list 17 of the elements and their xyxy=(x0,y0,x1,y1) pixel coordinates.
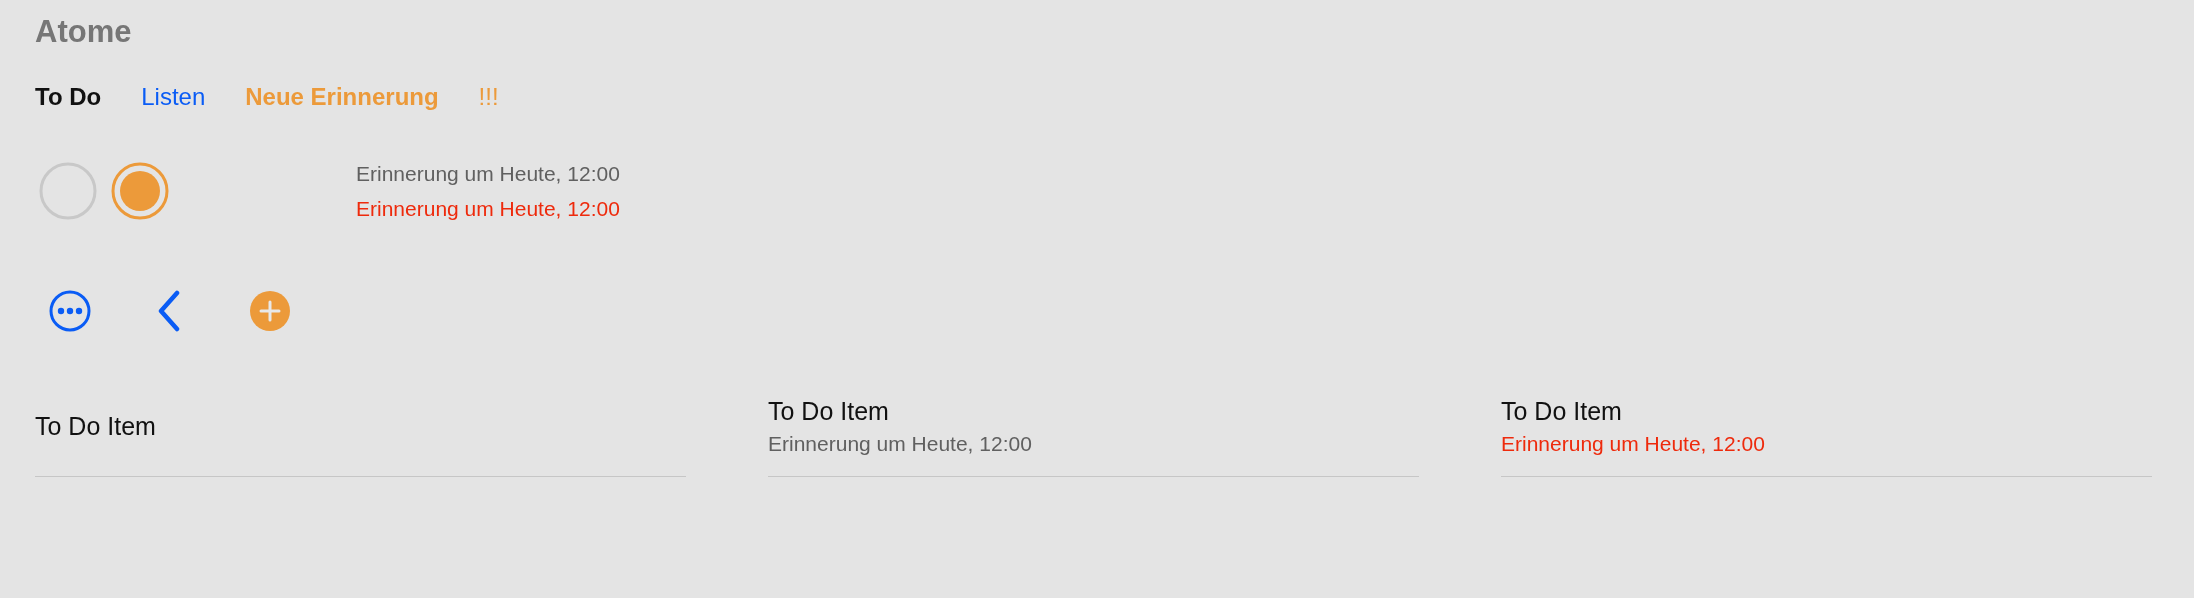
todo-title: To Do Item xyxy=(768,397,890,426)
page-title: Atome xyxy=(35,14,133,50)
nav-link[interactable]: !!! xyxy=(478,83,499,111)
section-heading: To Do xyxy=(35,83,102,111)
nav-link[interactable]: Listen xyxy=(141,83,206,111)
back-icon[interactable] xyxy=(157,290,181,332)
round-checkbox[interactable] xyxy=(110,161,170,221)
add-icon[interactable] xyxy=(249,290,291,332)
round-checkbox[interactable] xyxy=(38,161,98,221)
reminder-text: Erinnerung um Heute, 12:00 xyxy=(768,432,1033,456)
todo-title: To Do Item xyxy=(35,412,157,441)
todo-title: To Do Item xyxy=(1501,397,1623,426)
reminder-text: Erinnerung um Heute, 12:00 xyxy=(356,196,620,221)
more-icon[interactable] xyxy=(48,289,92,333)
reminder-text: Erinnerung um Heute, 12:00 xyxy=(356,161,620,186)
reminder-text: Erinnerung um Heute, 12:00 xyxy=(1501,432,1766,456)
nav-link[interactable]: Neue Erinnerung xyxy=(245,83,439,111)
